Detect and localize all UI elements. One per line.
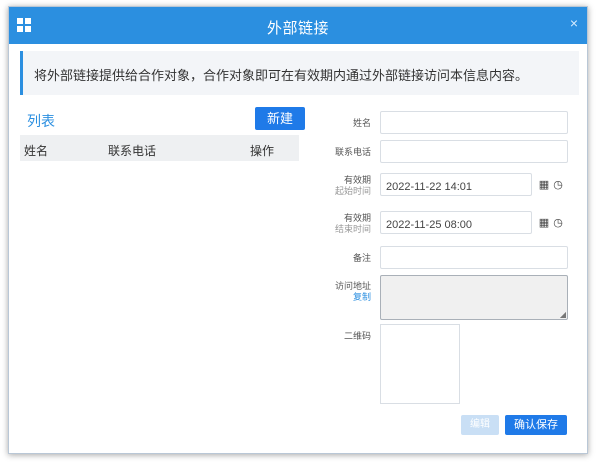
qr-label: 二维码 <box>343 331 371 341</box>
qr-code-box <box>380 324 460 404</box>
notice-banner: 将外部链接提供给合作对象，合作对象即可在有效期内通过外部链接访问本信息内容。 <box>20 51 579 95</box>
end-time-field[interactable] <box>380 211 532 234</box>
edit-button[interactable]: 编辑 <box>461 415 499 435</box>
save-button[interactable]: 确认保存 <box>505 415 567 435</box>
dialog-titlebar: 外部链接 × <box>9 7 587 44</box>
name-label: 姓名 <box>352 118 371 128</box>
clock-icon[interactable]: ◷ <box>551 216 565 229</box>
calendar-icon[interactable]: ▦ <box>537 178 551 191</box>
column-header-phone: 联系电话 <box>108 144 157 158</box>
copy-link[interactable]: 复制 <box>335 292 371 303</box>
resize-handle-icon[interactable]: ◢ <box>560 310 566 319</box>
column-header-name: 姓名 <box>24 144 49 158</box>
close-icon[interactable]: × <box>570 15 578 31</box>
phone-field[interactable] <box>380 140 568 163</box>
url-textarea[interactable]: ◢ <box>380 275 568 320</box>
remark-label: 备注 <box>352 253 371 263</box>
remark-field[interactable] <box>380 246 568 269</box>
end-time-label: 有效期 结束时间 <box>334 213 371 234</box>
start-time-field[interactable] <box>380 173 532 196</box>
new-button[interactable]: 新建 <box>255 107 305 130</box>
phone-label: 联系电话 <box>334 147 371 157</box>
table-header: 姓名 联系电话 操作 <box>20 135 299 161</box>
name-field[interactable] <box>380 111 568 134</box>
list-title: 列表 <box>27 113 55 129</box>
external-link-dialog: 外部链接 × 将外部链接提供给合作对象，合作对象即可在有效期内通过外部链接访问本… <box>8 6 588 454</box>
dialog-title: 外部链接 <box>266 20 329 37</box>
start-time-label: 有效期 起始时间 <box>334 175 371 196</box>
clock-icon[interactable]: ◷ <box>551 178 565 191</box>
calendar-icon[interactable]: ▦ <box>537 216 551 229</box>
url-label: 访问地址 复制 <box>334 281 371 303</box>
column-header-actions: 操作 <box>250 144 275 158</box>
